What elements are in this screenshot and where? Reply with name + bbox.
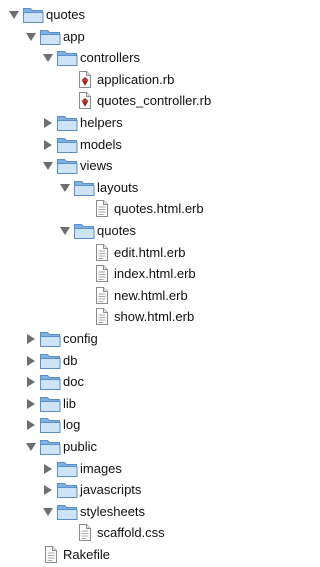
file-row-scaffold-css[interactable]: scaffold.css	[0, 522, 262, 543]
file-row-new-html-erb[interactable]: new.html.erb	[0, 285, 262, 306]
tree-item-label: layouts	[97, 179, 139, 195]
folder-icon	[39, 394, 61, 413]
folder-icon	[73, 178, 95, 197]
tree-item-label: application.rb	[97, 71, 175, 87]
folder-icon	[56, 156, 78, 175]
disclosure-expanded-icon[interactable]	[43, 507, 53, 516]
disclosure-expanded-icon[interactable]	[43, 54, 53, 63]
tree-item-label: controllers	[80, 50, 140, 66]
tree-item-label: quotes.html.erb	[114, 201, 204, 217]
folder-row-db[interactable]: db	[0, 350, 262, 371]
tree-item-label: lib	[63, 395, 77, 411]
disclosure-collapsed-icon[interactable]	[44, 139, 52, 150]
text-file-icon	[73, 523, 95, 542]
text-file-icon	[90, 286, 112, 305]
tree-item-label: config	[63, 331, 98, 346]
tree-item-label: quotes_controller.rb	[97, 93, 212, 109]
file-row-index-html-erb[interactable]: index.html.erb	[0, 263, 262, 284]
tree-item-label: show.html.erb	[114, 309, 195, 325]
disclosure-collapsed-icon[interactable]	[44, 485, 52, 496]
folder-icon	[39, 351, 61, 370]
ruby-file-icon	[73, 70, 95, 89]
folder-row-quotes[interactable]: quotes	[0, 4, 262, 25]
folder-row-images[interactable]: images	[0, 458, 262, 479]
disclosure-collapsed-icon[interactable]	[27, 398, 35, 409]
tree-item-label: index.html.erb	[114, 266, 196, 282]
tree-item-label: new.html.erb	[114, 287, 188, 303]
file-row-rakefile[interactable]: Rakefile	[0, 544, 262, 565]
tree-item-label: images	[80, 460, 122, 476]
text-file-icon	[90, 307, 112, 326]
folder-row-stylesheets[interactable]: stylesheets	[0, 501, 262, 522]
folder-row-views[interactable]: views	[0, 155, 262, 176]
folder-icon	[39, 372, 61, 391]
tree-item-label: quotes	[46, 7, 86, 22]
text-file-icon	[39, 545, 61, 564]
tree-item-label: db	[63, 352, 78, 368]
tree-item-label: log	[63, 417, 81, 433]
disclosure-collapsed-icon[interactable]	[27, 355, 35, 366]
disclosure-collapsed-icon[interactable]	[44, 463, 52, 474]
tree-item-label: stylesheets	[80, 503, 146, 519]
folder-icon	[56, 480, 78, 499]
folder-icon	[56, 113, 78, 132]
tree-item-label: edit.html.erb	[114, 244, 186, 260]
tree-item-label: models	[80, 136, 122, 152]
folder-icon	[39, 329, 61, 348]
tree-item-label: quotes	[97, 223, 137, 238]
tree-item-label: views	[80, 158, 113, 174]
folder-row-controllers[interactable]: controllers	[0, 47, 262, 68]
folder-row-lib[interactable]: lib	[0, 393, 262, 414]
folder-row-javascripts[interactable]: javascripts	[0, 479, 262, 500]
file-row-edit-html-erb[interactable]: edit.html.erb	[0, 242, 262, 263]
disclosure-expanded-icon[interactable]	[9, 11, 19, 19]
folder-row-quotes[interactable]: quotes	[0, 220, 262, 241]
disclosure-expanded-icon[interactable]	[26, 32, 36, 41]
disclosure-collapsed-icon[interactable]	[27, 334, 35, 344]
disclosure-expanded-icon[interactable]	[26, 443, 36, 451]
folder-row-config[interactable]: config	[0, 328, 262, 349]
folder-row-public[interactable]: public	[0, 436, 262, 457]
tree-item-label: doc	[63, 374, 84, 390]
disclosure-collapsed-icon[interactable]	[27, 377, 35, 388]
file-row-quotes-controller-rb[interactable]: quotes_controller.rb	[0, 90, 262, 111]
folder-icon	[56, 135, 78, 154]
disclosure-expanded-icon[interactable]	[43, 162, 53, 171]
folder-row-doc[interactable]: doc	[0, 371, 262, 392]
folder-icon	[56, 502, 78, 521]
folder-row-layouts[interactable]: layouts	[0, 177, 262, 198]
folder-row-app[interactable]: app	[0, 26, 262, 47]
tree-item-label: helpers	[80, 115, 123, 130]
folder-icon	[39, 27, 61, 46]
text-file-icon	[90, 264, 112, 283]
disclosure-expanded-icon[interactable]	[60, 227, 70, 235]
ruby-file-icon	[73, 91, 95, 110]
folder-icon	[22, 5, 44, 24]
folder-icon	[39, 415, 61, 434]
folder-row-models[interactable]: models	[0, 134, 262, 155]
disclosure-collapsed-icon[interactable]	[27, 420, 35, 431]
folder-row-helpers[interactable]: helpers	[0, 112, 262, 133]
disclosure-collapsed-icon[interactable]	[44, 118, 52, 128]
text-file-icon	[90, 243, 112, 262]
tree-item-label: javascripts	[80, 482, 142, 498]
folder-icon	[56, 48, 78, 67]
file-row-show-html-erb[interactable]: show.html.erb	[0, 306, 262, 327]
tree-item-label: app	[63, 28, 85, 44]
disclosure-expanded-icon[interactable]	[60, 183, 70, 192]
folder-icon	[73, 221, 95, 240]
file-row-quotes-html-erb[interactable]: quotes.html.erb	[0, 198, 262, 219]
file-row-application-rb[interactable]: application.rb	[0, 69, 262, 90]
tree-item-label: scaffold.css	[97, 525, 165, 541]
folder-icon	[39, 437, 61, 456]
tree-item-label: public	[63, 439, 97, 454]
tree-item-label: Rakefile	[63, 547, 110, 562]
folder-icon	[56, 459, 78, 478]
text-file-icon	[90, 199, 112, 218]
folder-row-log[interactable]: log	[0, 414, 262, 435]
